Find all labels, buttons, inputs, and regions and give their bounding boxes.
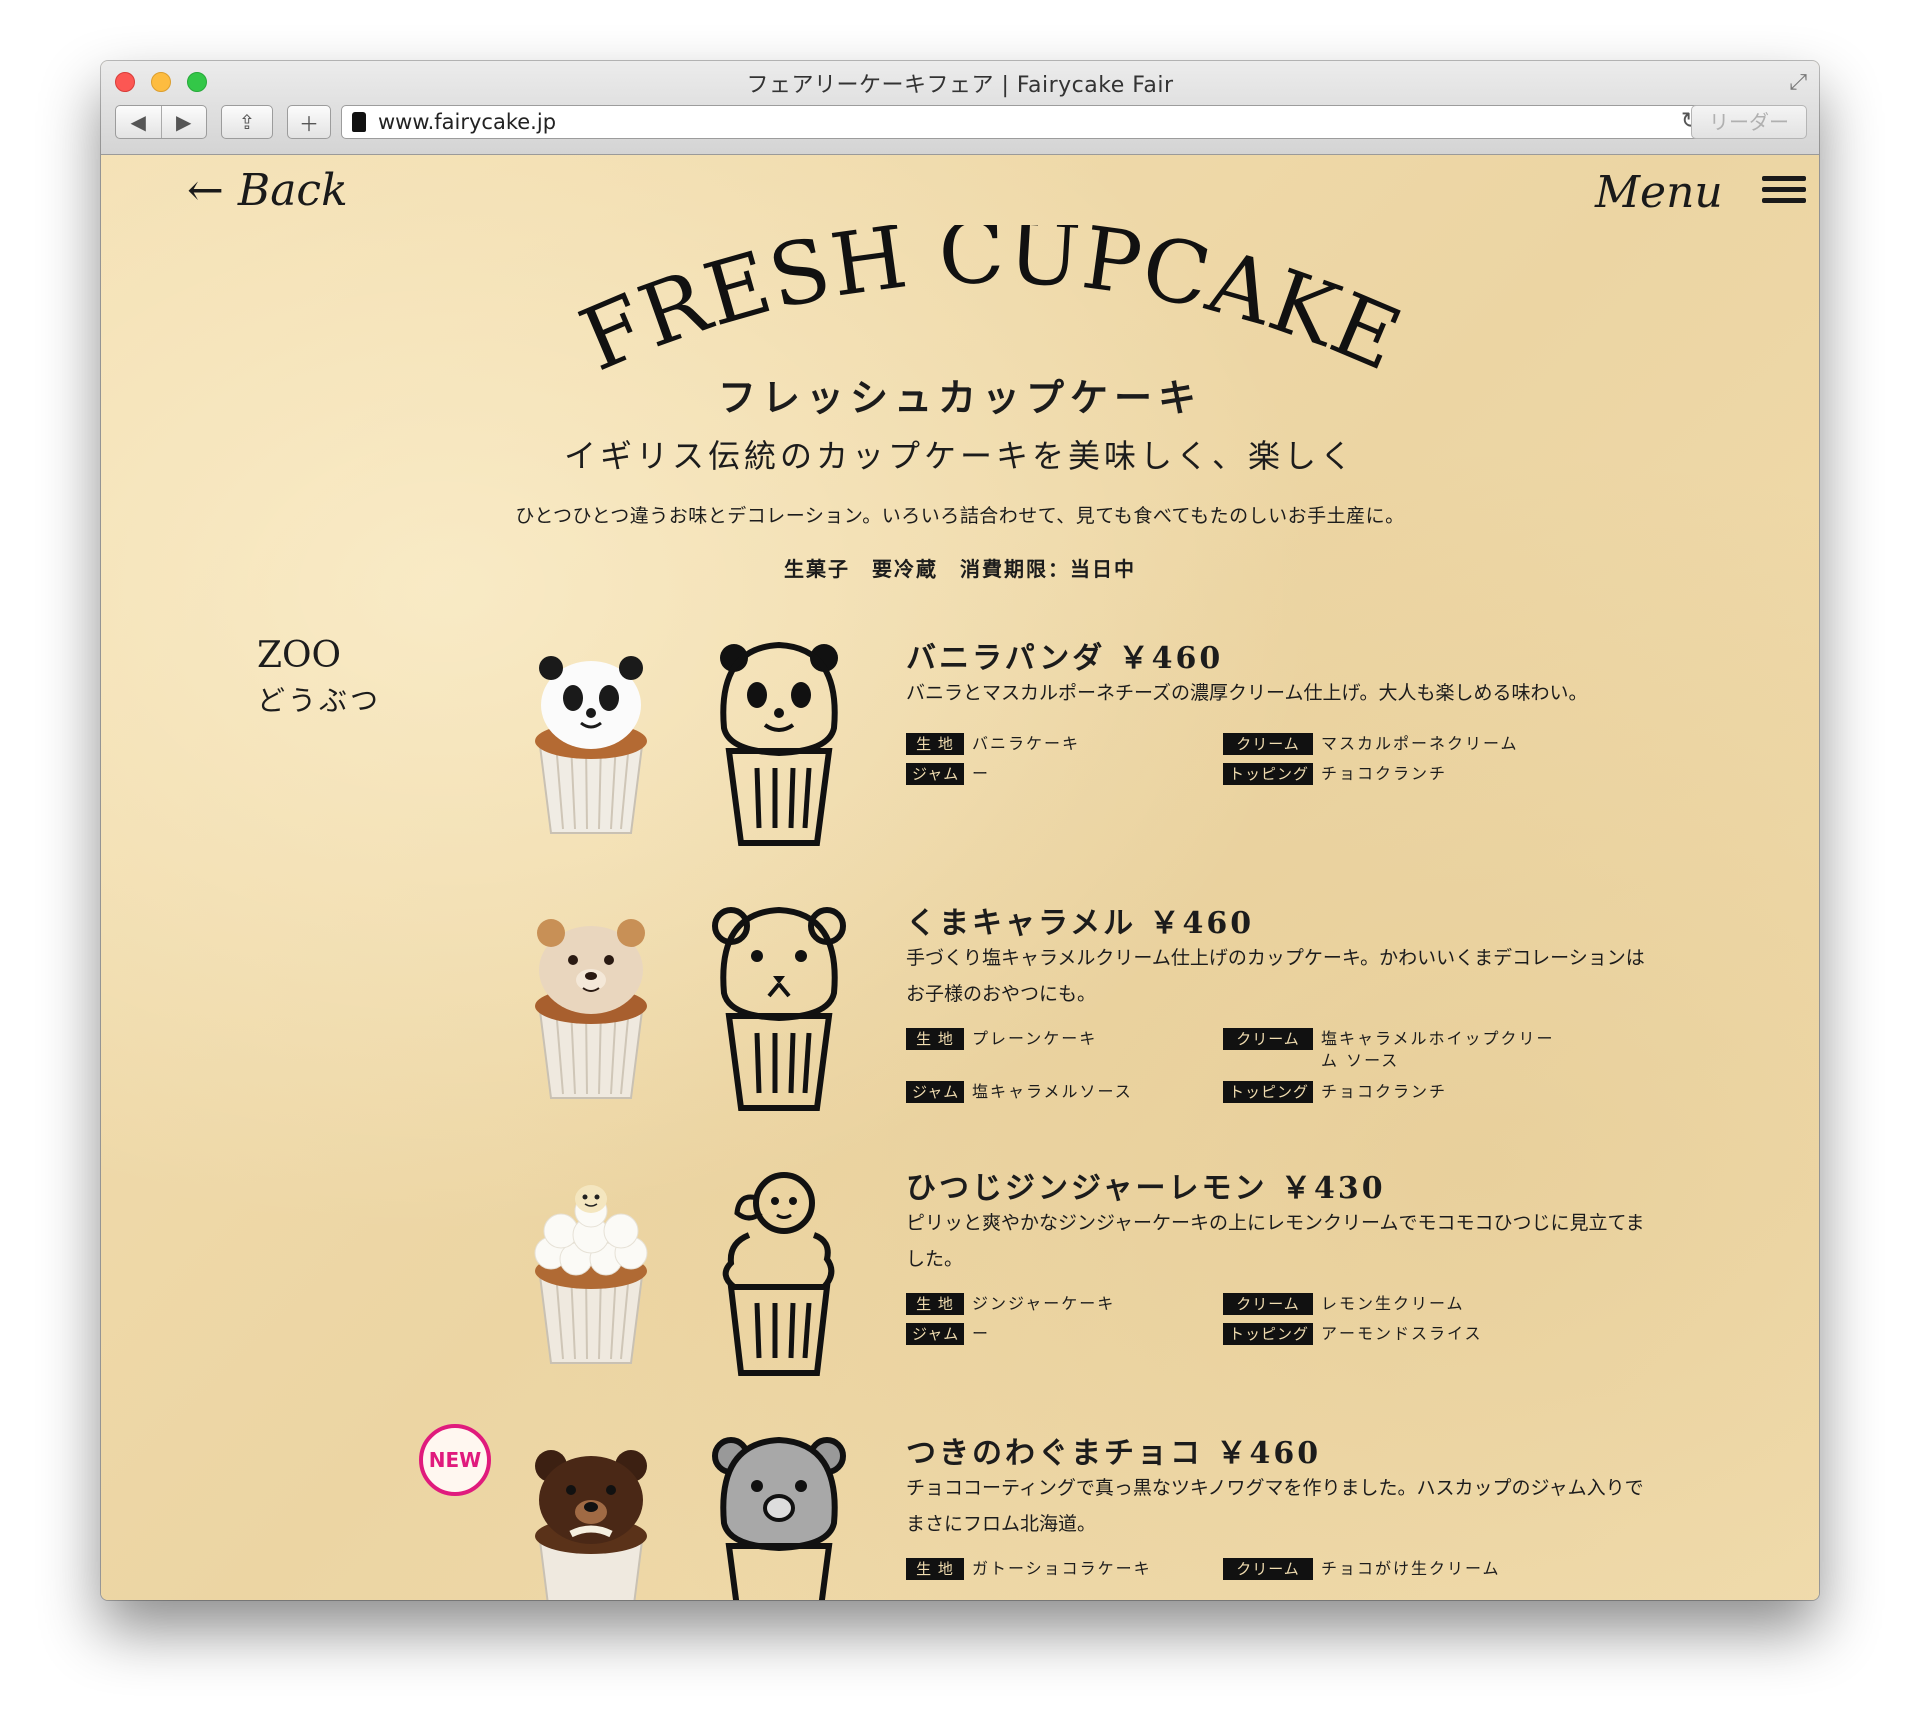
spec-jam: ジャム 塩キャラメルソース [906, 1081, 1133, 1103]
spec-base: 生 地プレーンケーキ [906, 1028, 1097, 1050]
spec-cream: クリーム チョコがけ生クリーム [1223, 1558, 1501, 1580]
page-content: ← Back Menu FRESH CUPCAKE フレッシュカップケーキ イギ… [101, 155, 1819, 1600]
panda-cupcake-photo [535, 656, 647, 834]
spec-topping: トッピング チョコクランチ [1223, 763, 1447, 785]
forward-arrow-icon[interactable]: ▶ [162, 110, 207, 134]
bear-caramel-cupcake-photo [535, 919, 647, 1099]
category-subtitle: どうぶつ [257, 684, 382, 717]
product-name: ひつじジンジャーレモン ￥430 [906, 1171, 1386, 1206]
svg-text:FRESH CUPCAKE: FRESH CUPCAKE [567, 225, 1415, 385]
sheep-cupcake-photo [534, 1185, 648, 1364]
product-name: つきのわぐまチョコ ￥460 [906, 1436, 1322, 1471]
spec-base: 生 地ジンジャーケーキ [906, 1293, 1115, 1315]
spec-base: 生 地ガトーショコラケーキ [906, 1558, 1152, 1580]
intro-description: ひとつひとつ違うお味とデコレーション。いろいろ詰合わせて、見ても食べてもたのしい… [515, 505, 1405, 527]
panda-drawing [720, 641, 838, 846]
back-link[interactable]: ← Back [187, 165, 348, 216]
menu-link[interactable]: Menu [1595, 167, 1723, 218]
moon-bear-drawing [712, 1436, 846, 1600]
page-title-text: FRESH CUPCAKE [567, 225, 1414, 385]
site-icon [352, 112, 366, 132]
url-text[interactable]: www.fairycake.jp [378, 110, 556, 134]
hamburger-menu-icon[interactable] [1762, 176, 1806, 206]
product-description: チョココーティングで真っ黒なツキノワグマを作りました。ハスカップのジャム入りでま… [906, 1477, 1644, 1535]
spec-jam: ジャムー [906, 1323, 990, 1345]
tagline: イギリス伝統のカップケーキを美味しく、楽しく [563, 437, 1356, 475]
browser-toolbar: フェアリーケーキフェア | Fairycake Fair ⤢ ◀ ▶ ⇪ ＋ w… [101, 61, 1819, 155]
page-title: FRESH CUPCAKE [567, 225, 1415, 385]
window-title: フェアリーケーキフェア | Fairycake Fair [746, 73, 1174, 98]
product-description: 手づくり塩キャラメルクリーム仕上げのカップケーキ。かわいいくまデコレーションはお… [906, 947, 1645, 1005]
spec-cream: クリーム 塩キャラメルホイップクリーム ソース [1223, 1028, 1571, 1072]
product-description: バニラとマスカルポーネチーズの濃厚クリーム仕上げ。大人も楽しめる味わい。 [906, 682, 1588, 704]
browser-window: フェアリーケーキフェア | Fairycake Fair ⤢ ◀ ▶ ⇪ ＋ w… [101, 61, 1819, 1600]
spec-jam: ジャムー [906, 763, 990, 785]
moon-bear-cupcake-photo [535, 1450, 647, 1600]
product-description: ピリッと爽やかなジンジャーケーキの上にレモンクリームでモコモコひつじに見立てまし… [906, 1212, 1645, 1270]
back-arrow-icon[interactable]: ◀ [116, 110, 161, 134]
fullscreen-icon[interactable]: ⤢ [1789, 70, 1807, 95]
product-name: くまキャラメル ￥460 [906, 906, 1255, 941]
share-button[interactable]: ⇪ [221, 105, 273, 139]
new-tab-button[interactable]: ＋ [287, 105, 331, 139]
storage-notes: 生菓子 要冷蔵 消費期限：当日中 [784, 557, 1136, 581]
spec-topping: トッピング チョコクランチ [1223, 1081, 1447, 1103]
address-bar[interactable]: www.fairycake.jp ↻ [341, 105, 1713, 139]
share-icon: ⇪ [238, 110, 256, 134]
sheep-drawing [722, 1172, 835, 1376]
spec-base: 生 地バニラケーキ [906, 733, 1080, 755]
product-name: バニラパンダ ￥460 [906, 641, 1224, 676]
spec-topping: トッピング アーモンドスライス [1223, 1323, 1483, 1345]
page-subtitle: フレッシュカップケーキ [717, 375, 1202, 420]
reader-button[interactable]: リーダー [1691, 105, 1807, 139]
spec-cream: クリーム マスカルポーネクリーム [1223, 733, 1519, 755]
plus-icon: ＋ [299, 111, 319, 136]
history-nav-group: ◀ ▶ [115, 105, 207, 139]
new-badge: NEW [419, 1424, 491, 1496]
category-title: ZOO [257, 635, 342, 676]
bear-drawing [712, 906, 846, 1111]
spec-cream: クリーム レモン生クリーム [1223, 1293, 1465, 1315]
